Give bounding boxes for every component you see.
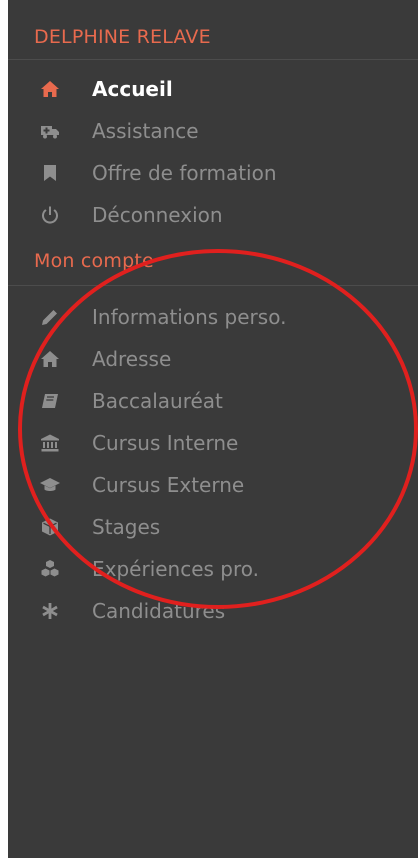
university-icon <box>38 431 62 455</box>
nav-label: Cursus Interne <box>92 431 239 455</box>
sidebar: DELPHINE RELAVE Accueil Assistance Offre… <box>8 0 418 858</box>
nav-item-deconnexion[interactable]: Déconnexion <box>8 194 418 236</box>
account-section-title: Mon compte <box>8 240 418 286</box>
nav-label: Offre de formation <box>92 161 277 185</box>
nav-label: Assistance <box>92 119 199 143</box>
nav-item-cursus-externe[interactable]: Cursus Externe <box>8 464 418 506</box>
bookmark-icon <box>38 161 62 185</box>
asterisk-icon <box>38 599 62 623</box>
nav-label: Informations perso. <box>92 305 287 329</box>
nav-label: Cursus Externe <box>92 473 245 497</box>
nav-label: Expériences pro. <box>92 557 260 581</box>
nav-label: Adresse <box>92 347 172 371</box>
nav-item-cursus-interne[interactable]: Cursus Interne <box>8 422 418 464</box>
pencil-icon <box>38 305 62 329</box>
cubes-icon <box>38 557 62 581</box>
nav-label: Déconnexion <box>92 203 223 227</box>
graduation-cap-icon <box>38 473 62 497</box>
home-icon <box>38 77 62 101</box>
nav-label: Baccalauréat <box>92 389 223 413</box>
user-name: DELPHINE RELAVE <box>8 0 418 60</box>
nav-label: Accueil <box>92 77 173 101</box>
nav-item-assistance[interactable]: Assistance <box>8 110 418 152</box>
power-icon <box>38 203 62 227</box>
book-icon <box>38 389 62 413</box>
nav-item-baccalaureat[interactable]: Baccalauréat <box>8 380 418 422</box>
nav-item-experiences-pro[interactable]: Expériences pro. <box>8 548 418 590</box>
nav-label: Candidatures <box>92 599 226 623</box>
home-icon <box>38 347 62 371</box>
nav-item-accueil[interactable]: Accueil <box>8 68 418 110</box>
nav-label: Stages <box>92 515 161 539</box>
nav-item-informations-perso[interactable]: Informations perso. <box>8 296 418 338</box>
nav-item-offre-de-formation[interactable]: Offre de formation <box>8 152 418 194</box>
account-nav: Informations perso. Adresse Baccalauréat… <box>8 286 418 632</box>
nav-item-candidatures[interactable]: Candidatures <box>8 590 418 632</box>
main-nav: Accueil Assistance Offre de formation Dé… <box>8 60 418 240</box>
nav-item-stages[interactable]: Stages <box>8 506 418 548</box>
cube-icon <box>38 515 62 539</box>
ambulance-icon <box>38 119 62 143</box>
nav-item-adresse[interactable]: Adresse <box>8 338 418 380</box>
